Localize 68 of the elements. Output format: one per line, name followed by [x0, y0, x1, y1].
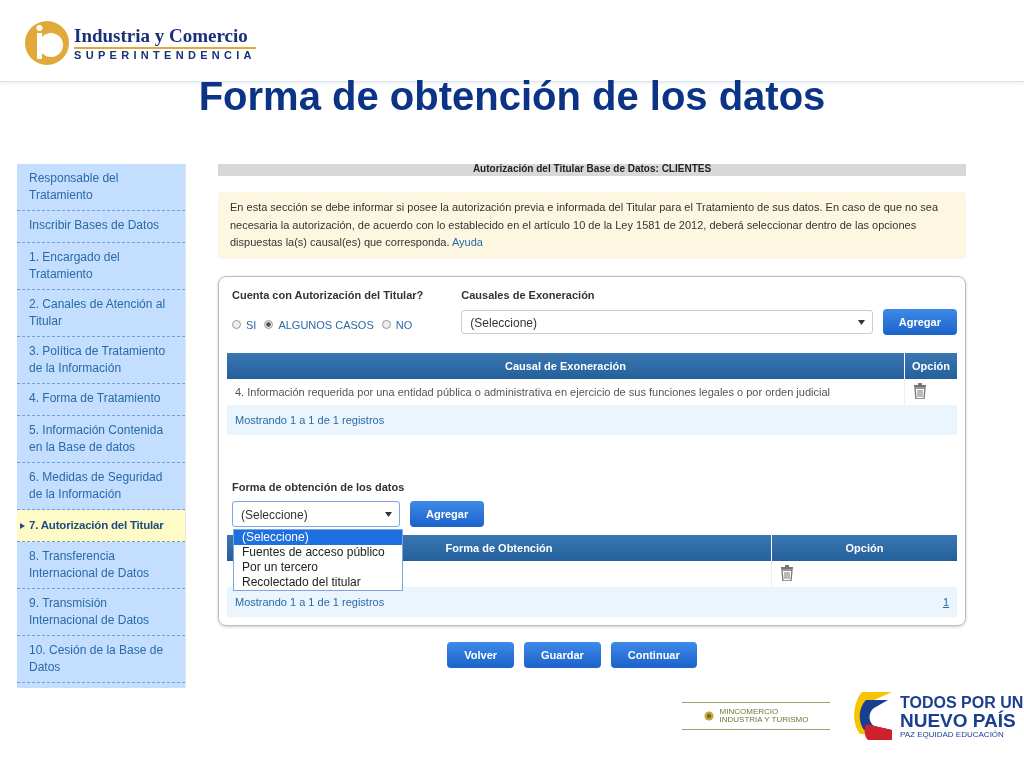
- radio-label: ALGUNOS CASOS: [278, 318, 374, 331]
- action-button[interactable]: Continuar: [610, 641, 697, 668]
- radio-button[interactable]: [232, 320, 241, 329]
- sidebar-label: 7. Autorización del Titular: [29, 518, 164, 533]
- slogan-text: NUEVO PAÍS: [900, 710, 1017, 730]
- sidebar-label: 4. Forma de Tratamiento: [29, 391, 161, 405]
- add-button[interactable]: Agregar: [410, 500, 485, 527]
- field-label: Causales de Exoneración: [461, 288, 596, 301]
- select-field[interactable]: (Seleccione): [461, 309, 873, 334]
- sidebar-item[interactable]: 5. Información Contenida en la Base de datos: [17, 416, 185, 463]
- field-label: Cuenta con Autorización del Titular?: [232, 288, 424, 301]
- field-label: Forma de obtención de los datos: [231, 480, 406, 493]
- dropdown-option[interactable]: Fuentes de acceso público: [234, 544, 402, 560]
- slogan-subtitle: PAZ EQUIDAD EDUCACIÓN: [900, 729, 1005, 739]
- sidebar-label: 2. Canales de Atención al Titular: [29, 297, 166, 328]
- sidebar-item[interactable]: 4. Forma de Tratamiento: [17, 384, 185, 416]
- sidebar-item[interactable]: 8. Transferencia Internacional de Datos: [17, 542, 185, 589]
- trash-icon[interactable]: [780, 564, 794, 581]
- sidebar-item[interactable]: Inscribir Bases de Datos: [17, 211, 185, 243]
- ministry-name: MINCOMERCIO: [719, 708, 780, 716]
- caret-icon: [385, 511, 392, 517]
- column-header: Opción: [771, 534, 957, 561]
- sidebar-item[interactable]: 3. Política de Tratamiento de la Información: [17, 337, 185, 384]
- info-text: En esta sección se debe informar si posee la autorización previa e informada del Titular para el Tratamiento de sus datos. En caso de que no sea necesaria la autorización, de acuerdo con lo establecido en el artículo 10 de la Ley 1581 de 2012, deberá seleccionar dentro de las opciones dispuestas la(s) causal(es) que corresponda. Ayuda: [230, 201, 939, 248]
- action-button[interactable]: Guardar: [524, 641, 601, 668]
- caret-icon: [857, 319, 865, 325]
- logo-name: Industria y Comercio: [74, 25, 256, 49]
- radio-label: NO: [395, 318, 413, 331]
- logo-icon: [24, 20, 70, 66]
- sidebar-label: 10. Cesión de la Base de Datos: [29, 643, 164, 674]
- trash-icon[interactable]: [913, 382, 927, 399]
- logo-subtitle: SUPERINTENDENCIA: [74, 49, 256, 61]
- sidebar-label: Responsable del Tratamiento: [29, 171, 119, 202]
- column-header: Causal de Exoneración: [227, 352, 905, 379]
- radio-button[interactable]: [264, 320, 274, 329]
- radio-button[interactable]: [381, 320, 391, 329]
- emblem-icon: [703, 711, 714, 721]
- action-button[interactable]: Volver: [447, 641, 515, 668]
- sidebar-label: 9. Transmisión Internacional de Datos: [29, 596, 150, 627]
- radio-label: SI: [246, 318, 257, 331]
- chevron-icon: [20, 522, 25, 529]
- sidebar-label: Inscribir Bases de Datos: [29, 218, 160, 232]
- records-count: Mostrando 1 a 1 de 1 registros: [235, 413, 385, 426]
- add-button[interactable]: Agregar: [882, 308, 957, 335]
- column-header: Opción: [904, 352, 957, 379]
- table-cell: 4. Información requerida por una entidad pública o administrativa en ejercicio de sus funciones legales o por orden judicial: [227, 378, 905, 405]
- sidebar-item[interactable]: 10. Cesión de la Base de Datos: [17, 636, 185, 683]
- sidebar-label: 8. Transferencia Internacional de Datos: [29, 549, 150, 580]
- sidebar-label: 1. Encargado del Tratamiento: [29, 250, 120, 281]
- page-link[interactable]: 1: [942, 595, 949, 608]
- sidebar-item[interactable]: 9. Transmisión Internacional de Datos: [17, 589, 185, 636]
- records-count: Mostrando 1 a 1 de 1 registros: [235, 595, 385, 608]
- sidebar-label: 6. Medidas de Seguridad de la Información: [29, 470, 163, 501]
- slide-title: Forma de obtención de los datos: [197, 74, 827, 120]
- sidebar-item[interactable]: 7. Autorización del Titular: [17, 510, 185, 542]
- dropdown-option[interactable]: Por un tercero: [234, 559, 402, 575]
- section-header: Autorización del Titular Base de Datos: CLIENTES: [218, 164, 966, 176]
- select-field[interactable]: (Seleccione): [232, 500, 400, 527]
- dropdown-option[interactable]: (Seleccione): [234, 529, 402, 545]
- ministry-name: INDUSTRIA Y TURISMO: [719, 716, 809, 724]
- sidebar-label: 3. Política de Tratamiento de la Información: [29, 344, 166, 375]
- sidebar-label: 5. Información Contenida en la Base de datos: [29, 423, 164, 454]
- help-link[interactable]: Ayuda: [451, 236, 483, 248]
- sidebar-item[interactable]: 2. Canales de Atención al Titular: [17, 290, 185, 337]
- sidebar-item[interactable]: Responsable del Tratamiento: [17, 164, 185, 211]
- sidebar-item[interactable]: 1. Encargado del Tratamiento: [17, 243, 185, 290]
- slogan-text: TODOS POR UN: [900, 693, 1024, 711]
- dropdown-option[interactable]: Recolectado del titular: [234, 574, 402, 590]
